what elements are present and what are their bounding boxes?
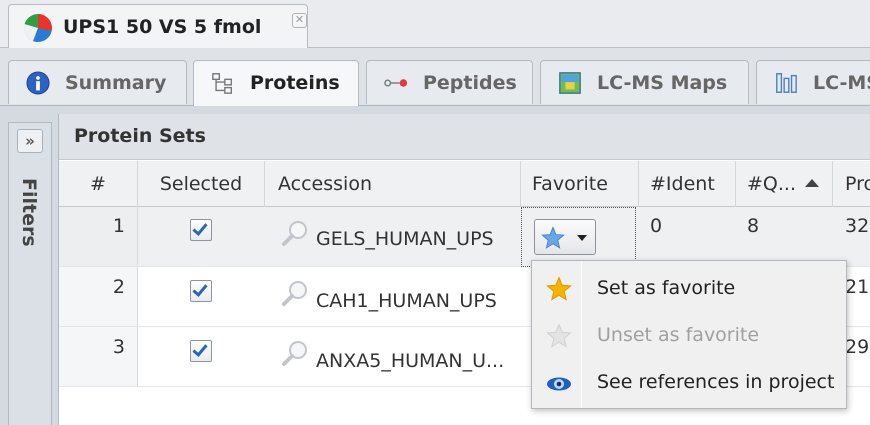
panel-header: Protein Sets (59, 114, 870, 160)
menu-item-label: Unset as favorite (597, 324, 760, 346)
grid-header: # Selected Accession Favorite #Ident #Q.… (59, 161, 870, 207)
tab-label: LC-MS (813, 72, 870, 94)
column-header-ident[interactable]: #Ident (639, 161, 736, 207)
document-title: UPS1 50 VS 5 fmol (63, 16, 262, 38)
lcms-bars-icon (776, 73, 797, 93)
info-icon (26, 71, 50, 95)
column-header-pro[interactable]: Pro (833, 161, 870, 207)
filters-label[interactable]: Filters (18, 178, 40, 247)
tab-label: Summary (65, 72, 167, 94)
checkmark-icon (192, 341, 208, 357)
document-tab[interactable]: UPS1 50 VS 5 fmol ✕ (8, 4, 308, 49)
tab-label: Proteins (250, 72, 340, 94)
tab-lcms[interactable]: LC-MS (756, 60, 870, 104)
panel-title: Protein Sets (74, 125, 206, 147)
row-number: 2 (112, 276, 125, 298)
tab-summary[interactable]: Summary (8, 60, 187, 104)
menu-item-label: Set as favorite (597, 277, 736, 299)
accession-value: GELS_HUMAN_UPS (316, 228, 494, 250)
row-number: 3 (112, 336, 125, 358)
row-number: 1 (112, 215, 125, 237)
row-number-cell: 2 (59, 267, 138, 326)
table-row[interactable]: 1 GELS_HUMAN_UPS 0 8 32 (59, 207, 870, 267)
pie-chart-icon (23, 14, 52, 42)
tab-proteins[interactable]: Proteins (193, 60, 359, 107)
star-gold-icon (546, 276, 572, 301)
checkmark-icon (192, 220, 208, 236)
magnifier-icon[interactable] (281, 279, 311, 309)
star-icon (541, 226, 565, 249)
expand-icon[interactable]: » (17, 129, 43, 153)
accession-cell: GELS_HUMAN_UPS (265, 207, 521, 266)
favorite-dropdown-button[interactable] (534, 219, 596, 255)
menu-item-set-favorite[interactable]: Set as favorite (532, 265, 846, 312)
app-window: UPS1 50 VS 5 fmol ✕ Summary Proteins Pep… (0, 0, 870, 425)
tab-lcms-maps[interactable]: LC-MS Maps (540, 60, 749, 104)
row-number-cell: 3 (59, 327, 138, 386)
eye-icon (547, 377, 571, 391)
document-tab-bar: UPS1 50 VS 5 fmol ✕ (0, 0, 870, 49)
view-tab-bar: Summary Proteins Peptides LC-MS Maps LC-… (0, 48, 870, 107)
selected-checkbox[interactable] (190, 340, 212, 362)
star-gray-icon (546, 323, 572, 348)
selected-checkbox[interactable] (190, 280, 212, 302)
accession-cell: CAH1_HUMAN_UPS (265, 267, 521, 326)
column-header-accession[interactable]: Accession (265, 161, 521, 207)
protein-tree-icon (212, 73, 232, 94)
lcms-map-icon (559, 72, 581, 94)
filters-panel: » Filters (8, 122, 52, 425)
column-header-favorite[interactable]: Favorite (521, 161, 639, 207)
peptide-icon (384, 79, 408, 87)
accession-value: ANXA5_HUMAN_U... (316, 350, 505, 372)
tab-label: Peptides (423, 72, 517, 94)
row-number-cell: 1 (59, 207, 138, 266)
column-header-q[interactable]: #Q... (736, 161, 833, 207)
magnifier-icon[interactable] (281, 219, 311, 249)
chevron-down-icon (577, 235, 587, 241)
column-header-q-label: #Q... (747, 173, 796, 195)
close-icon[interactable]: ✕ (292, 13, 307, 28)
pro-value: 327 (845, 215, 870, 237)
menu-item-see-references[interactable]: See references in project (532, 359, 846, 406)
tab-label: LC-MS Maps (597, 72, 728, 94)
selected-checkbox[interactable] (190, 219, 212, 241)
column-header-number[interactable]: # (59, 161, 138, 207)
checkmark-icon (192, 281, 208, 297)
tab-peptides[interactable]: Peptides (366, 60, 533, 104)
accession-value: CAH1_HUMAN_UPS (316, 290, 497, 312)
menu-item-label: See references in project (597, 371, 835, 393)
accession-cell: ANXA5_HUMAN_U... (265, 327, 521, 386)
favorite-cell (521, 207, 636, 267)
menu-item-unset-favorite[interactable]: Unset as favorite (532, 312, 846, 359)
column-header-selected[interactable]: Selected (138, 161, 265, 207)
favorite-menu: Set as favorite Unset as favorite See re… (531, 260, 847, 409)
pro-value: 298 (845, 336, 870, 358)
magnifier-icon[interactable] (281, 339, 311, 369)
sort-ascending-icon (805, 178, 819, 187)
